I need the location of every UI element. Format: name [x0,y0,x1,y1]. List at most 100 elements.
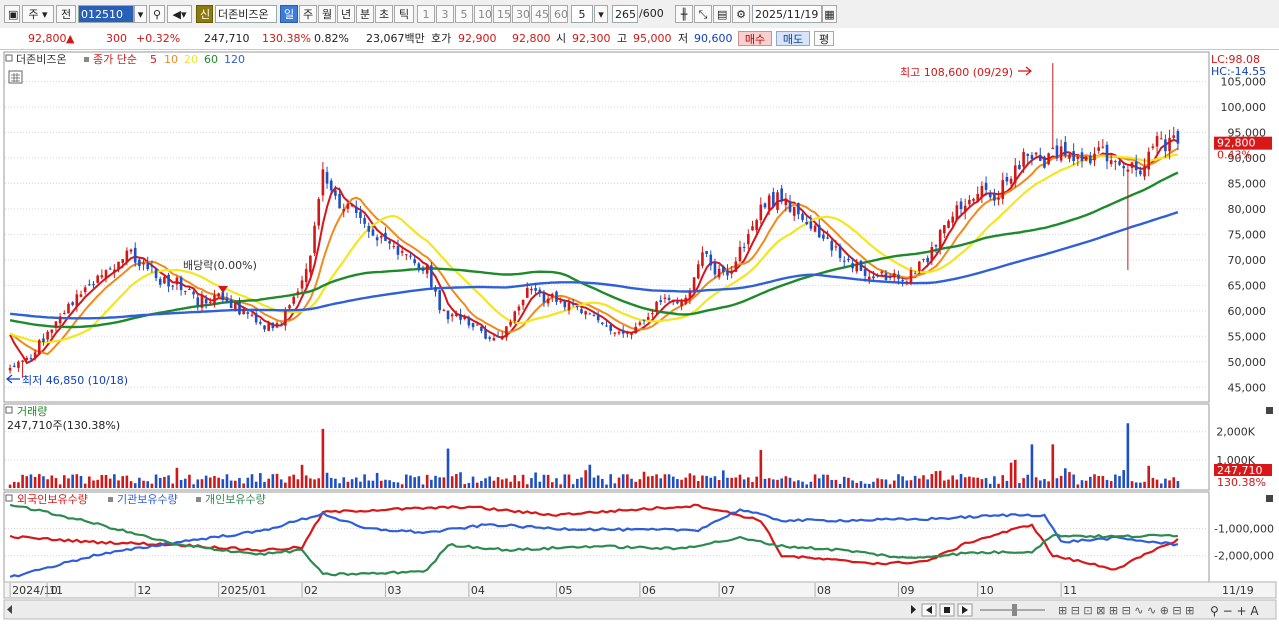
candle-body [67,303,70,314]
volume-bar [208,477,212,488]
candle-body [496,336,500,338]
candle-body [1009,178,1013,184]
gear-icon[interactable]: ⚙ [732,5,750,23]
candle-body [834,246,838,248]
candle-body [892,273,896,278]
candle-body [108,268,112,270]
stop-square [944,607,950,613]
candle-body [1126,169,1130,172]
calendar-icon[interactable]: ▦ [822,5,837,23]
buy-button[interactable]: 매수 [738,31,772,46]
volume-bar [96,479,99,488]
interval-input[interactable]: 5 [571,5,593,23]
interval-10[interactable]: 10 [474,5,492,23]
eval-button[interactable]: 평 [814,31,834,46]
prefix-button[interactable]: 전 [56,5,76,23]
tab-day[interactable]: 일 [280,5,298,23]
volume-bar [371,480,375,488]
candle-body [446,310,450,320]
volume-bar [534,472,537,488]
volume-bar [884,479,888,488]
tab-month[interactable]: 월 [318,5,336,23]
volume-bar [705,475,708,488]
candle-body [275,323,279,328]
interval-3[interactable]: 3 [436,5,454,23]
candle-body [918,261,921,271]
interval-30[interactable]: 30 [512,5,530,23]
candle-body [530,288,533,291]
zoom-icons[interactable]: ⚲ − + A [1210,604,1259,618]
volume-bar [37,474,41,488]
volume-bar [838,483,842,488]
candle-body [163,276,166,284]
candle-body [450,314,454,317]
candle-body [943,225,946,234]
candle-body [288,305,291,309]
tab-second[interactable]: 초 [375,5,393,23]
volume-bar [471,476,475,488]
current-price: 92,800 [28,32,67,45]
candle-body [1164,139,1167,152]
zoom-slider-handle[interactable] [1012,604,1017,616]
new-badge[interactable]: 신 [196,5,213,23]
candle-body [1055,145,1059,159]
candle-body [33,352,37,358]
tab-minute[interactable]: 분 [356,5,374,23]
volume-bar [455,474,458,488]
volume-bar [1064,468,1067,488]
tab-tick[interactable]: 틱 [394,5,414,23]
interval-1[interactable]: 1 [417,5,435,23]
sell-button[interactable]: 매도 [776,31,810,46]
interval-45[interactable]: 45 [531,5,549,23]
window-icon[interactable]: ▣ [4,5,20,23]
candle-body [384,232,387,241]
draw-tool-icon[interactable]: ⤡ [694,5,712,23]
code-input[interactable]: 012510 [78,5,134,23]
candle-body [54,321,58,328]
candle-body [438,290,441,311]
volume-bar [834,479,838,488]
code-dropdown-icon[interactable]: ▾ [134,5,147,23]
holdings-panel-close-icon[interactable] [1266,495,1273,502]
candle-body [37,340,41,355]
search-icon[interactable]: ⚲ [149,5,165,23]
candle-body [776,192,779,210]
volume-panel-close-icon[interactable] [1266,407,1273,414]
high-price: 95,000 [633,32,672,45]
period-select[interactable]: 주 ▾ [22,5,54,23]
candle-body [972,198,975,201]
interval-5[interactable]: 5 [455,5,473,23]
stock-name-field[interactable]: 더존비즈온 [215,5,277,23]
price-tick-label: 80,000 [1228,203,1267,216]
candle-body [425,265,429,274]
candle-body [542,292,546,303]
volume-bar [196,479,200,488]
stock-chart[interactable]: 45,000 50,000 55,000 60,000 65,000 70,000 75,0… [0,50,1279,621]
chart-tools-icons[interactable]: ⊞ ⊟ ⊡ ⊠ ⊞ ⊟ ∿ ∿ ⊕ ⊟ ⊞ [1058,604,1194,617]
candle-body [851,263,854,269]
volume-bar [559,484,562,488]
save-icon[interactable]: ▤ [713,5,731,23]
volume-bar [876,478,879,488]
candle-body [717,268,721,278]
candle-body [421,267,425,271]
volume-bar [1109,481,1113,488]
volume-bar [726,477,729,488]
count-input[interactable]: 265 [612,5,638,23]
date-input[interactable]: 2025/11/19 [752,5,822,23]
speaker-icon[interactable]: ◀▾ [167,5,192,23]
volume-bar [905,480,909,488]
candle-body [938,229,942,250]
candle-icon[interactable]: ╫ [675,5,693,23]
candle-body [947,220,950,228]
volume-bar [221,479,225,488]
candle-body [17,361,20,368]
volume-bar [413,477,416,488]
interval-60[interactable]: 60 [550,5,568,23]
candle-body [492,338,496,341]
interval-dropdown-icon[interactable]: ▾ [594,5,608,23]
tab-year[interactable]: 년 [337,5,355,23]
tab-week[interactable]: 주 [299,5,317,23]
volume-bar [546,474,550,488]
interval-15[interactable]: 15 [493,5,511,23]
